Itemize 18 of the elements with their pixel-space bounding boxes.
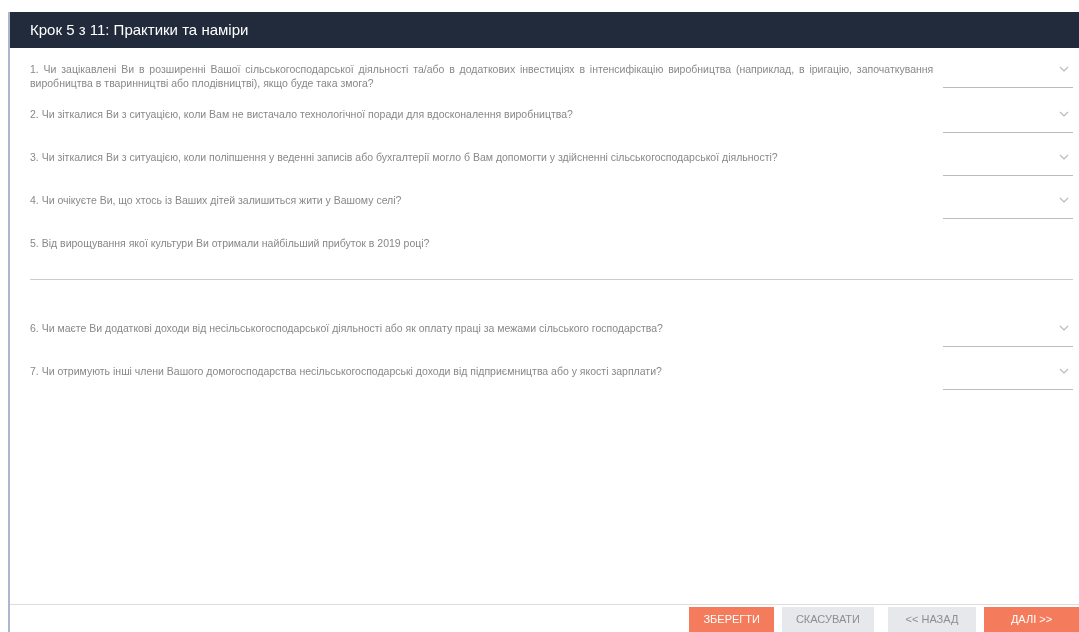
question-text: 7. Чи отримують інші члени Вашого домогосподарства несільськогосподарські доходи від підприємництва або у якості зарплати?	[30, 364, 663, 378]
question-text: 6. Чи маєте Ви додаткові доходи від несільськогосподарської діяльності або як оплату праці за межами сільського господарства?	[30, 321, 664, 335]
question-text: 5. Від вирощування якої культури Ви отримали найбільший прибуток в 2019 році?	[30, 236, 431, 250]
footer-button[interactable]: ЗБЕРЕГТИ	[689, 607, 774, 632]
chevron-down-icon	[1059, 368, 1069, 374]
footer-button[interactable]: СКАСУВАТИ	[781, 607, 874, 632]
footer-button[interactable]: ДАЛІ >>	[984, 607, 1079, 632]
question-text: 3. Чи зіткалися Ви з ситуацією, коли поліпшення у веденні записів або бухгалтерії могло б Вам допомогти у здійсненні сільськогосподарської діяльності?	[30, 150, 779, 164]
chevron-down-icon	[1059, 197, 1069, 203]
chevron-down-icon	[1059, 66, 1069, 72]
chevron-down-icon	[1059, 111, 1069, 117]
chevron-down-icon	[1059, 325, 1069, 331]
footer-button[interactable]: << НАЗАД	[888, 607, 976, 632]
step-title: Крок 5 з 11: Практики та наміри	[30, 19, 249, 40]
question-text: 1. Чи зацікавлені Ви в розширенні Вашої сільськогосподарської діяльності та/або в додаткових інвестиціях в інтенсифікацію виробництва (наприклад, в іригацію, започаткування виробництва в тваринництві або плодівництві), якщо буде така змога?	[30, 62, 934, 90]
question-text: 2. Чи зіткалися Ви з ситуацією, коли Вам не вистачало технологічної поради для вдосконалення виробництва?	[30, 107, 574, 121]
chevron-down-icon	[1059, 154, 1069, 160]
question-text: 4. Чи очікуєте Ви, що хтось із Ваших дітей залишиться жити у Вашому селі?	[30, 193, 403, 207]
